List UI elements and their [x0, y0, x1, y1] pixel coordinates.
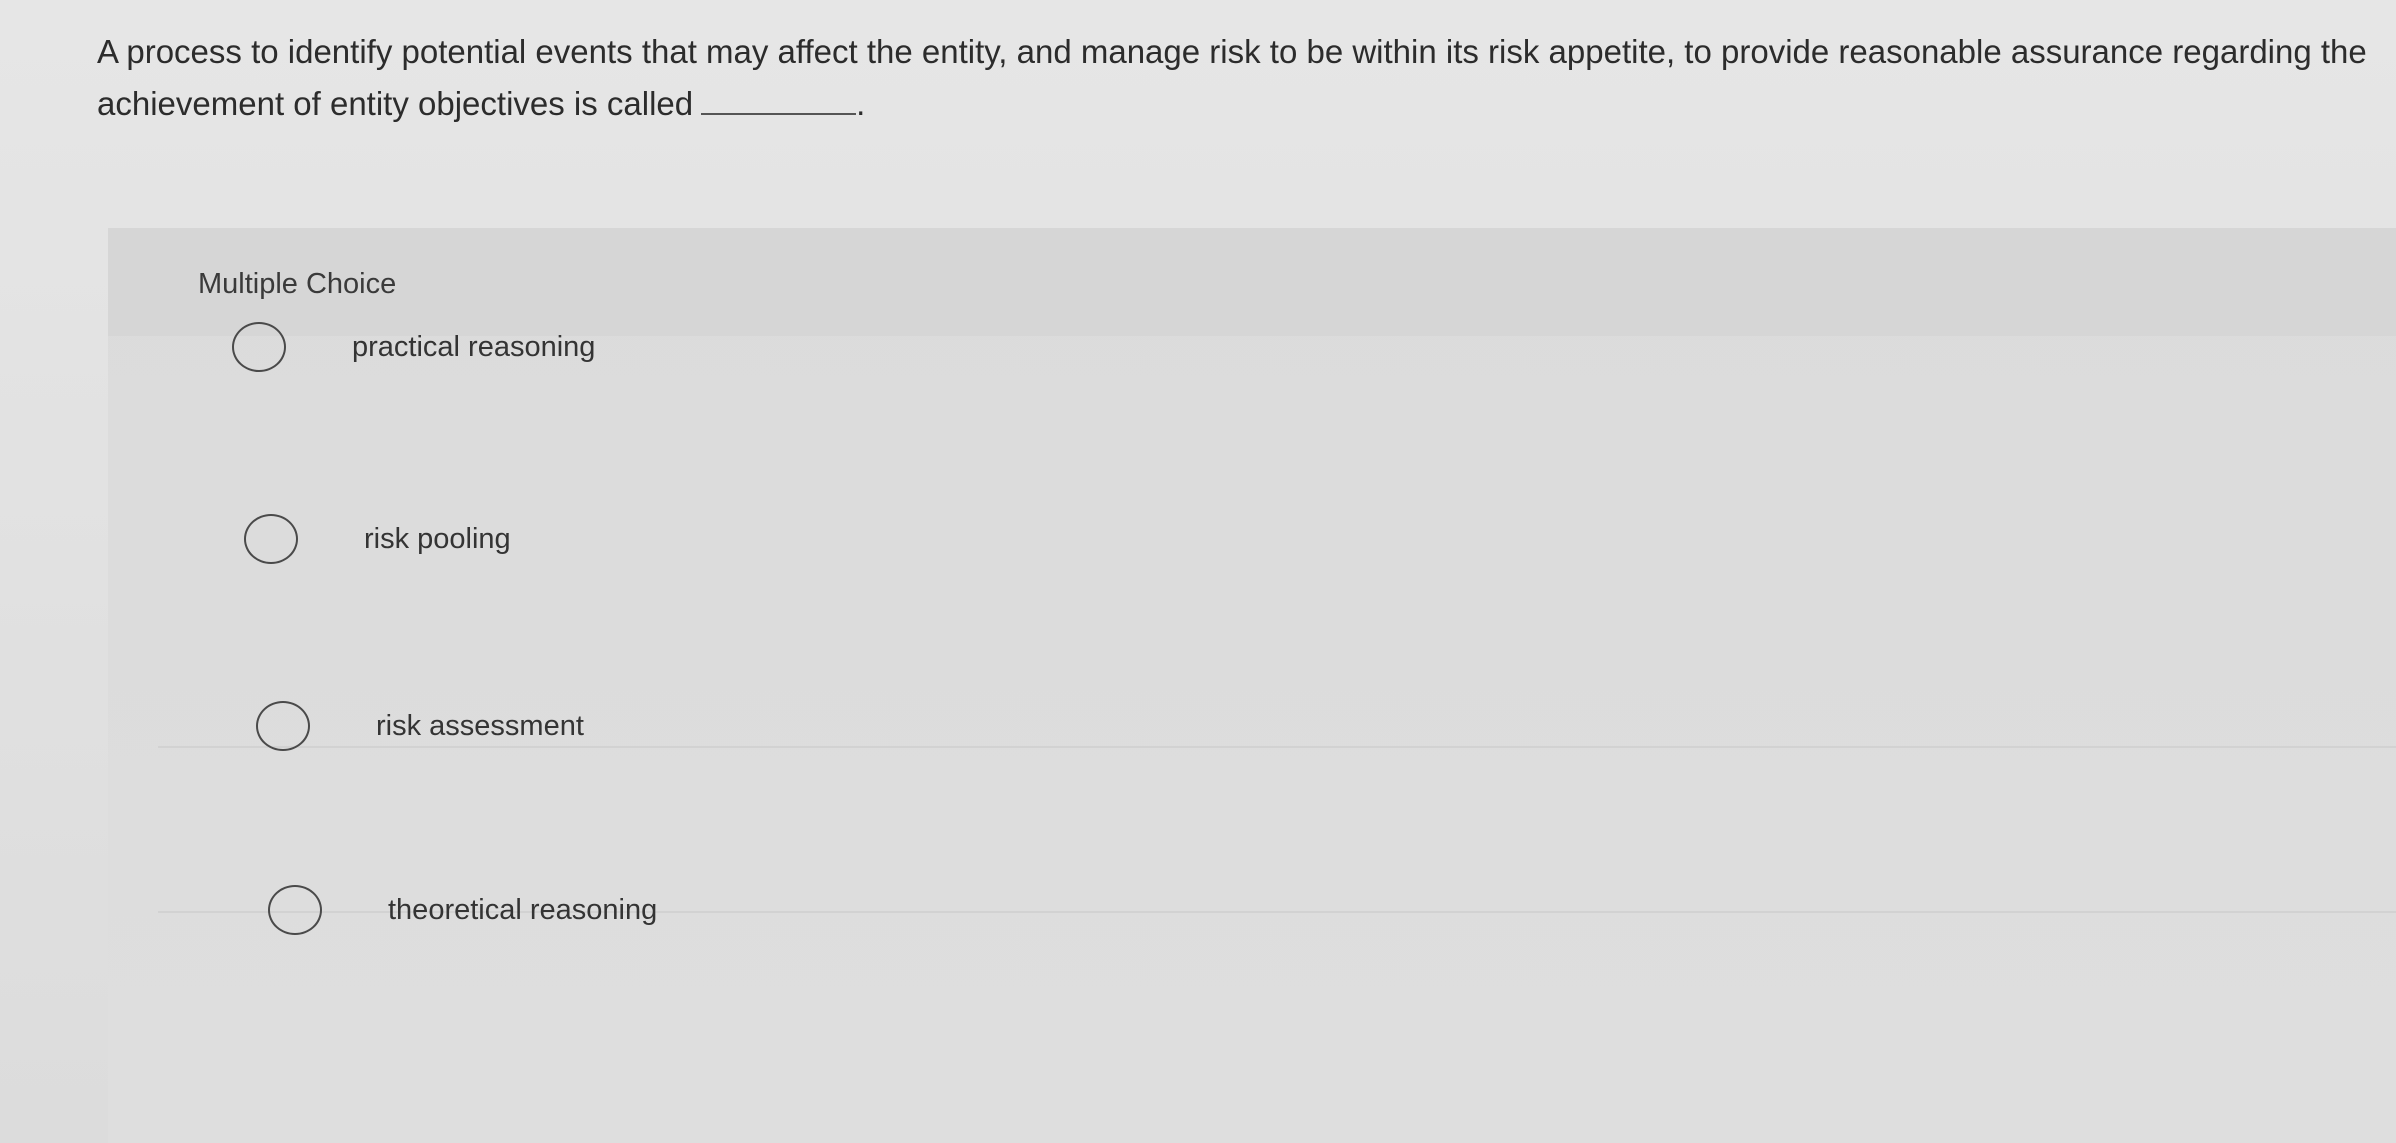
- panel-header: Multiple Choice: [108, 228, 2396, 336]
- radio-button[interactable]: [256, 701, 310, 751]
- question-type-label: Multiple Choice: [198, 268, 397, 300]
- question-text: A process to identify potential events t…: [97, 26, 2367, 130]
- choice-option-4[interactable]: theoretical reasoning: [268, 885, 657, 935]
- choice-label: risk assessment: [376, 709, 584, 742]
- question-period: .: [856, 85, 866, 122]
- radio-button[interactable]: [244, 514, 298, 564]
- question-stem: A process to identify potential events t…: [97, 33, 2367, 122]
- choice-label: risk pooling: [364, 522, 511, 555]
- radio-button[interactable]: [232, 322, 286, 372]
- answer-blank: [701, 83, 857, 115]
- choice-option-2[interactable]: risk pooling: [244, 514, 511, 564]
- choice-option-3[interactable]: risk assessment: [256, 701, 584, 751]
- radio-button[interactable]: [268, 885, 322, 935]
- choice-label: theoretical reasoning: [388, 893, 658, 926]
- answer-panel: Multiple Choice practical reasoning risk…: [108, 228, 2396, 1143]
- choice-option-1[interactable]: practical reasoning: [232, 322, 595, 372]
- choice-label: practical reasoning: [352, 330, 596, 363]
